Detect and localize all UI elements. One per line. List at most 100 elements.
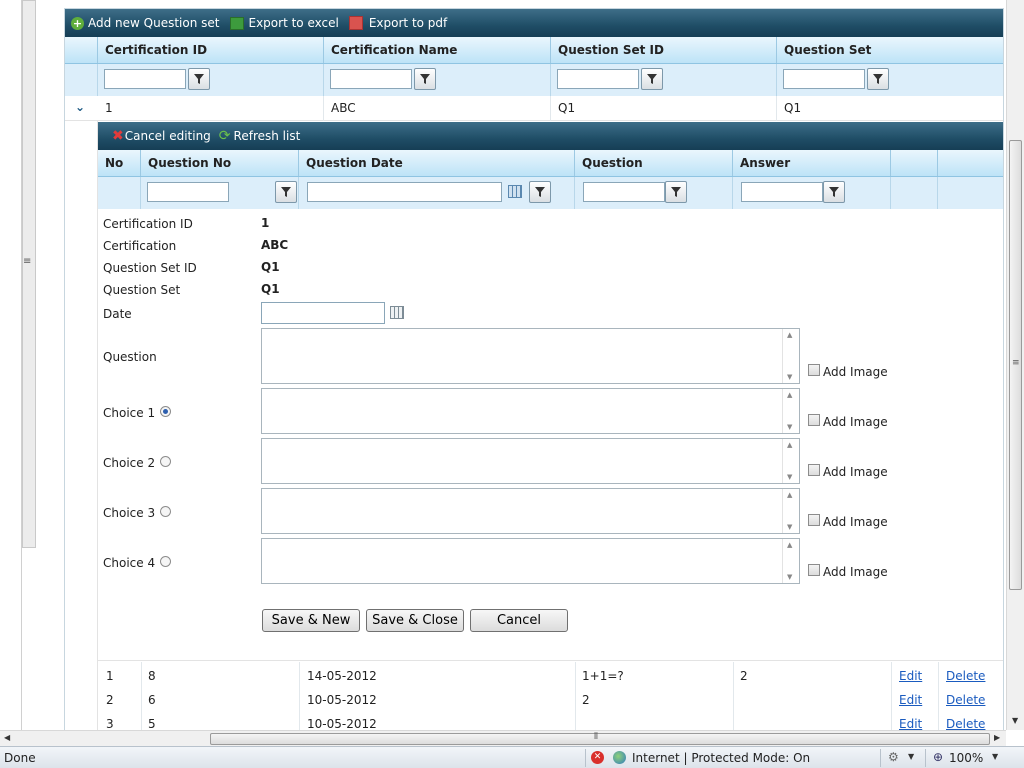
filter-icon[interactable]	[275, 181, 297, 203]
choice-2-label: Choice 2	[103, 456, 156, 470]
col-header-certification-id[interactable]: Certification ID	[98, 37, 324, 63]
add-image-checkbox-choice-2[interactable]	[808, 464, 820, 476]
col-header-question-set-id[interactable]: Question Set ID	[551, 37, 777, 63]
filter-input-cert-id[interactable]	[104, 69, 186, 89]
textarea-scrollbar[interactable]	[782, 389, 799, 433]
vertical-scrollbar[interactable]: ≡ ▼	[1006, 0, 1024, 730]
add-question-set-button[interactable]: Add new Question set	[88, 16, 220, 30]
textarea-scrollbar[interactable]	[782, 539, 799, 583]
choice-1-textarea[interactable]	[261, 388, 800, 434]
refresh-list-button[interactable]: Refresh list	[234, 129, 301, 143]
horizontal-scrollbar[interactable]: ◀ ⦀ ▶	[0, 730, 1006, 746]
expand-chevron-icon[interactable]: ⌄	[75, 100, 85, 114]
delete-link[interactable]: Delete	[946, 717, 985, 730]
protected-mode-icon[interactable]: ⚙	[888, 750, 899, 764]
filter-input-question[interactable]	[583, 182, 665, 202]
filter-input-answer[interactable]	[741, 182, 823, 202]
filter-icon[interactable]	[665, 181, 687, 203]
filter-icon[interactable]	[188, 68, 210, 90]
filter-icon[interactable]	[823, 181, 845, 203]
splitter-grip-icon[interactable]: ≡	[23, 256, 31, 267]
inner-rows: 1 8 14-05-2012 1+1=? 2 Edit Delete 2 6 1…	[98, 662, 1003, 730]
edit-link[interactable]: Edit	[899, 669, 922, 683]
question-textarea[interactable]	[261, 328, 800, 384]
col-header-question-set[interactable]: Question Set	[777, 37, 1003, 63]
qset-id-value: Q1	[261, 260, 280, 274]
table-row[interactable]: 1 8 14-05-2012 1+1=? 2 Edit Delete	[98, 662, 1003, 686]
filter-input-cert-name[interactable]	[330, 69, 412, 89]
col-header-certification-name[interactable]: Certification Name	[324, 37, 551, 63]
calendar-icon[interactable]	[390, 306, 404, 319]
cell-question-date: 10-05-2012	[307, 693, 377, 707]
cell-question: 2	[582, 693, 590, 707]
cancel-icon[interactable]: ✖	[112, 128, 124, 144]
filter-icon[interactable]	[867, 68, 889, 90]
edit-link[interactable]: Edit	[899, 717, 922, 730]
cell-question: 1+1=?	[582, 669, 624, 683]
scroll-down-icon[interactable]: ▼	[1012, 716, 1018, 725]
qset-value: Q1	[261, 282, 280, 296]
cancel-editing-button[interactable]: Cancel editing	[125, 129, 211, 143]
cell-question-no: 5	[148, 717, 156, 730]
h-scroll-thumb[interactable]	[210, 733, 990, 745]
delete-link[interactable]: Delete	[946, 669, 985, 683]
zoom-level[interactable]: 100%	[949, 751, 983, 765]
save-close-button[interactable]: Save & Close	[366, 609, 464, 632]
choice-3-radio[interactable]	[160, 506, 171, 517]
security-zone-text[interactable]: Internet | Protected Mode: On	[632, 751, 810, 765]
choice-4-textarea[interactable]	[261, 538, 800, 584]
calendar-icon[interactable]	[508, 185, 522, 198]
detail-indent	[65, 121, 98, 730]
col-header-no[interactable]: No	[98, 150, 141, 176]
expand-col-header	[65, 37, 98, 63]
table-row[interactable]: 3 5 10-05-2012 Edit Delete	[98, 710, 1003, 730]
filter-icon[interactable]	[641, 68, 663, 90]
scroll-left-icon[interactable]: ◀	[4, 733, 10, 742]
excel-icon[interactable]	[229, 16, 244, 30]
textarea-scrollbar[interactable]	[782, 489, 799, 533]
pdf-icon[interactable]	[348, 16, 363, 30]
blocked-icon[interactable]: ✕	[591, 751, 604, 764]
cell-cert-name: ABC	[331, 101, 356, 115]
save-new-button[interactable]: Save & New	[262, 609, 360, 632]
outer-table-row[interactable]: ⌄ 1 ABC Q1 Q1	[65, 96, 1003, 121]
delete-link[interactable]: Delete	[946, 693, 985, 707]
add-image-checkbox-choice-1[interactable]	[808, 414, 820, 426]
chevron-down-icon[interactable]: ▼	[992, 752, 998, 761]
filter-input-question-date[interactable]	[307, 182, 502, 202]
left-scrollbar[interactable]	[22, 0, 36, 548]
cancel-button[interactable]: Cancel	[470, 609, 568, 632]
status-bar: Done ✕ Internet | Protected Mode: On ⚙ ▼…	[0, 746, 1024, 768]
globe-icon	[613, 751, 626, 764]
filter-input-qset-id[interactable]	[557, 69, 639, 89]
table-row[interactable]: 2 6 10-05-2012 2 Edit Delete	[98, 686, 1003, 710]
filter-input-qset[interactable]	[783, 69, 865, 89]
choice-2-radio[interactable]	[160, 456, 171, 467]
export-pdf-button[interactable]: Export to pdf	[369, 16, 447, 30]
choice-2-textarea[interactable]	[261, 438, 800, 484]
filter-input-question-no[interactable]	[147, 182, 229, 202]
add-icon[interactable]: +	[71, 16, 84, 30]
date-label: Date	[103, 307, 132, 321]
col-header-question-date[interactable]: Question Date	[299, 150, 575, 176]
textarea-scrollbar[interactable]	[782, 329, 799, 383]
add-image-checkbox-question[interactable]	[808, 364, 820, 376]
col-header-question[interactable]: Question	[575, 150, 733, 176]
chevron-down-icon[interactable]: ▼	[908, 752, 914, 761]
add-image-checkbox-choice-4[interactable]	[808, 564, 820, 576]
refresh-icon[interactable]: ⟳	[219, 128, 231, 144]
date-input[interactable]	[261, 302, 385, 324]
filter-icon[interactable]	[414, 68, 436, 90]
add-image-checkbox-choice-3[interactable]	[808, 514, 820, 526]
export-excel-button[interactable]: Export to excel	[249, 16, 339, 30]
edit-link[interactable]: Edit	[899, 693, 922, 707]
textarea-scrollbar[interactable]	[782, 439, 799, 483]
filter-icon[interactable]	[529, 181, 551, 203]
col-header-question-no[interactable]: Question No	[141, 150, 299, 176]
choice-3-textarea[interactable]	[261, 488, 800, 534]
scroll-right-icon[interactable]: ▶	[994, 733, 1000, 742]
choice-1-radio[interactable]	[160, 406, 171, 417]
choice-4-radio[interactable]	[160, 556, 171, 567]
zoom-icon[interactable]: ⊕	[933, 750, 943, 764]
col-header-answer[interactable]: Answer	[733, 150, 891, 176]
